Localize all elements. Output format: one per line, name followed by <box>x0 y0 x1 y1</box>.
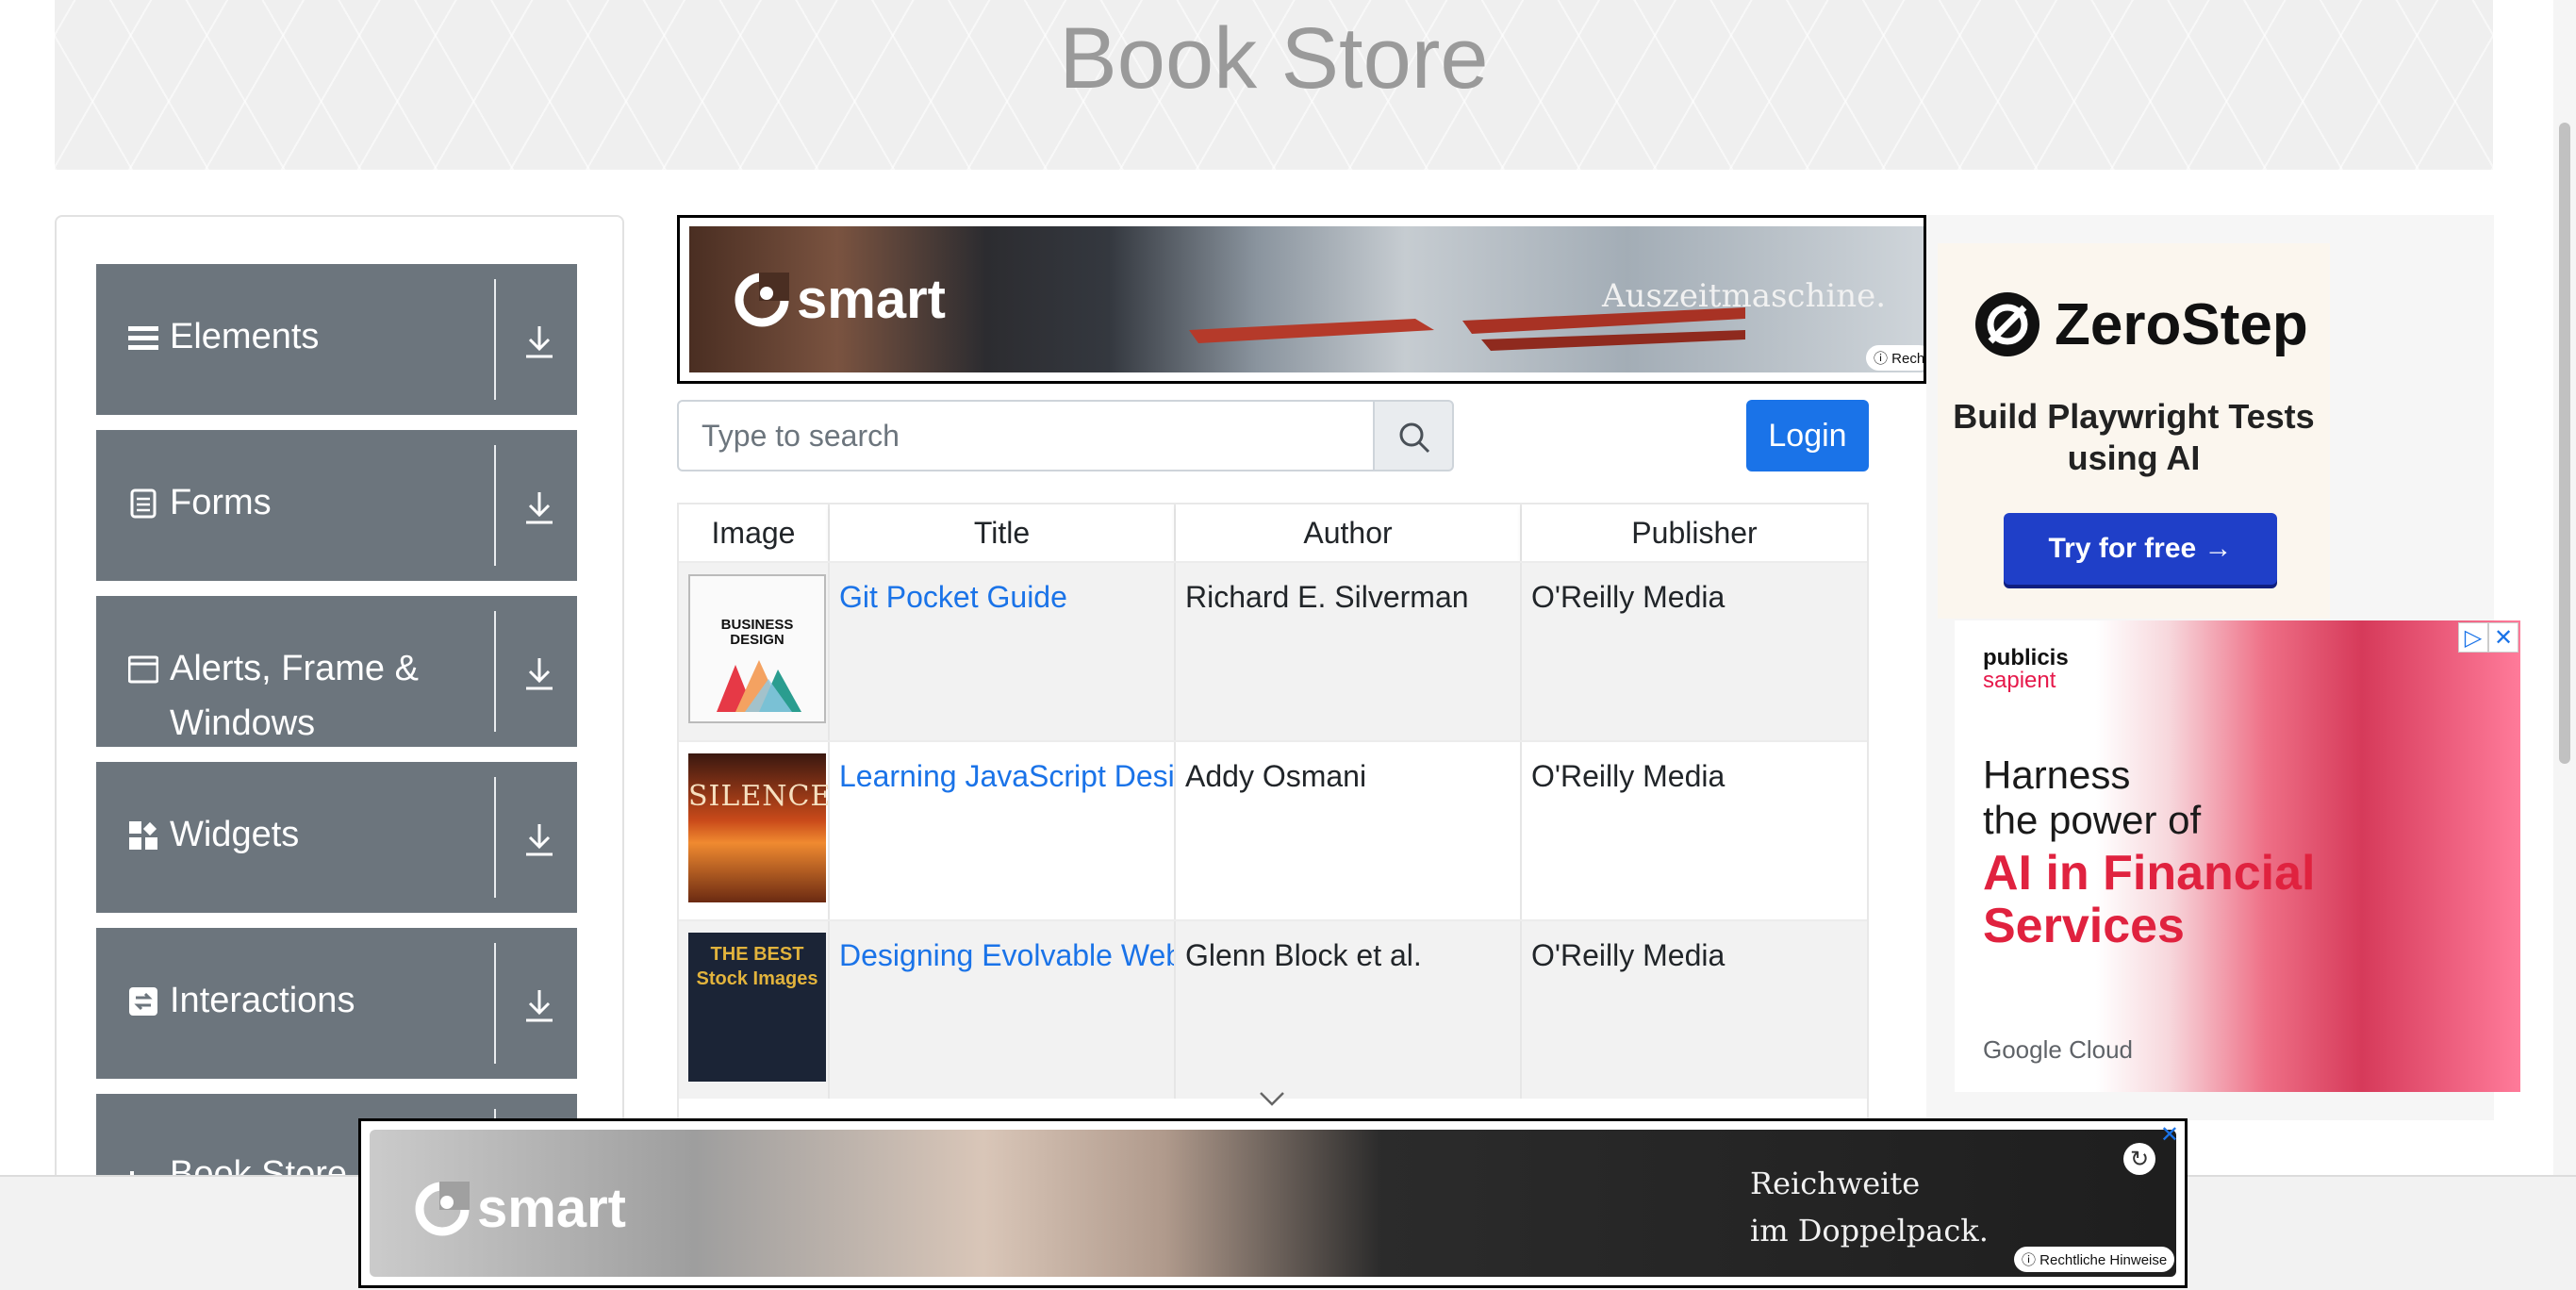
ad-image: smart Reichweite im Doppelpack. ↻ ⓘ Rech… <box>370 1130 2176 1277</box>
sidebar-item-label: Widgets <box>170 815 300 854</box>
table-row: THE BEST Stock Images Designing Evolvabl… <box>679 919 1867 1099</box>
divider <box>494 943 496 1064</box>
close-icon[interactable]: ✕ <box>2160 1121 2179 1149</box>
divider <box>494 279 496 400</box>
books-table: Image Title Author Publisher BUSINESS DE… <box>677 503 1869 1125</box>
page-title: Book Store <box>1059 10 1489 107</box>
sidebar-item-alerts-frame-windows[interactable]: Alerts, Frame & Windows <box>96 596 577 747</box>
smart-icon <box>415 1181 470 1235</box>
smart-wordmark: smart <box>797 269 946 330</box>
download-icon[interactable] <box>522 986 556 1024</box>
document-icon <box>130 488 157 519</box>
sidebar-item-label: Alerts, Frame & Windows <box>170 649 419 743</box>
publisher-cell: O'Reilly Media <box>1531 759 1726 793</box>
search-input[interactable] <box>677 400 1375 471</box>
try-for-free-button[interactable]: Try for free → <box>2004 513 2277 585</box>
download-icon[interactable] <box>522 654 556 692</box>
ad-banner-top[interactable]: smart Auszeitmaschine. ⓘ Rech <box>677 215 1926 384</box>
sidebar-item-forms[interactable]: Forms <box>96 430 577 581</box>
zerostep-wordmark: ZeroStep <box>2055 291 2308 357</box>
download-icon[interactable] <box>522 820 556 858</box>
title-cell: Designing Evolvable Web APIs with ASP.NE… <box>830 921 1176 1099</box>
zerostep-icon <box>1975 292 2039 356</box>
sidebar-item-label: Forms <box>170 483 272 522</box>
smart-icon <box>735 272 789 326</box>
adchoices-icon[interactable]: ▷ <box>2458 622 2488 653</box>
sidebar-item-label: Interactions <box>170 981 355 1020</box>
ad-headline: Harness the power of <box>1983 752 2202 842</box>
column-header-publisher: Publisher <box>1522 504 1867 561</box>
sidebar: Elements Forms Alerts, Frame & Windows W… <box>55 215 624 1256</box>
scrollbar-thumb[interactable] <box>2559 123 2570 764</box>
divider <box>494 611 496 732</box>
sidebar-item-widgets[interactable]: Widgets <box>96 762 577 913</box>
smart-wordmark: smart <box>477 1178 626 1239</box>
book-cover-image[interactable]: BUSINESS DESIGN <box>688 574 826 723</box>
divider <box>494 777 496 898</box>
cover-art <box>717 660 801 712</box>
smart-logo: smart <box>415 1177 626 1240</box>
image-cell: BUSINESS DESIGN <box>679 563 830 740</box>
hamburger-icon <box>128 326 158 350</box>
chevron-down-icon[interactable] <box>1258 1089 1286 1108</box>
publisher-cell: O'Reilly Media <box>1531 938 1726 972</box>
column-header-image: Image <box>679 504 830 561</box>
author-cell: Addy Osmani <box>1176 742 1522 919</box>
column-header-title: Title <box>830 504 1176 561</box>
scrollbar[interactable] <box>2553 0 2576 1177</box>
author-cell: Glenn Block et al. <box>1176 921 1522 1099</box>
cover-title: SILENCE <box>688 780 830 813</box>
image-cell: THE BEST Stock Images <box>679 921 830 1099</box>
interactions-icon <box>129 987 157 1016</box>
zerostep-headline: Build Playwright Tests using AI <box>1953 397 2315 477</box>
google-cloud-logo: Google Cloud <box>1983 1035 2133 1064</box>
book-cover-image[interactable]: THE BEST Stock Images <box>688 933 826 1082</box>
ad-copy: Reichweite im Doppelpack. <box>1750 1166 1989 1249</box>
zerostep-logo: ZeroStep <box>1973 290 2308 358</box>
column-header-author: Author <box>1176 504 1522 561</box>
smart-logo: smart <box>735 268 946 331</box>
title-cell: Git Pocket Guide <box>830 563 1176 740</box>
close-icon[interactable]: ✕ <box>2488 622 2518 653</box>
window-icon <box>128 655 158 684</box>
sidebar-item-interactions[interactable]: Interactions <box>96 928 577 1079</box>
table-row: BUSINESS DESIGN Git Pocket Guide Richard… <box>679 561 1867 740</box>
publicis-sapient-ad[interactable]: ▷ ✕ publicis sapient Harness the power o… <box>1955 620 2520 1092</box>
widgets-icon <box>129 821 157 850</box>
book-title-link[interactable]: Learning JavaScript Design Patterns <box>839 759 1174 793</box>
publisher-cell: O'Reilly Media <box>1531 580 1726 614</box>
search-button[interactable] <box>1373 400 1454 471</box>
search-bar <box>677 400 1454 471</box>
title-cell: Learning JavaScript Design Patterns <box>830 742 1176 919</box>
cover-title: BUSINESS DESIGN <box>720 617 794 648</box>
ad-image: smart Auszeitmaschine. ⓘ Rech <box>689 226 1924 372</box>
download-icon[interactable] <box>522 488 556 526</box>
replay-icon[interactable]: ↻ <box>2123 1143 2155 1175</box>
cover-title: THE BEST Stock Images <box>696 944 818 989</box>
ad-legal-badge[interactable]: ⓘ Rechtliche Hinweise <box>2014 1247 2175 1272</box>
sidebar-item-label: Elements <box>170 317 320 356</box>
ad-legal-badge[interactable]: ⓘ Rech <box>1866 345 1924 371</box>
publicis-logo: publicis sapient <box>1983 645 2069 693</box>
author-cell: Richard E. Silverman <box>1176 563 1522 740</box>
ad-tagline: Auszeitmaschine. <box>1602 277 1887 315</box>
search-icon <box>1399 422 1430 454</box>
login-button[interactable]: Login <box>1746 400 1869 471</box>
ad-highlight: AI in Financial Services <box>1983 846 2316 953</box>
page-header: Book Store <box>55 0 2493 170</box>
sidebar-item-elements[interactable]: Elements <box>96 264 577 415</box>
book-title-link[interactable]: Designing Evolvable Web APIs with ASP.NE… <box>839 938 1174 972</box>
image-cell: SILENCE <box>679 742 830 919</box>
book-title-link[interactable]: Git Pocket Guide <box>839 580 1067 614</box>
zerostep-ad[interactable]: ZeroStep Build Playwright Tests using AI… <box>1938 243 2330 619</box>
ad-banner-bottom[interactable]: smart Reichweite im Doppelpack. ↻ ⓘ Rech… <box>358 1118 2188 1288</box>
book-cover-image[interactable]: SILENCE <box>688 753 830 902</box>
table-row: SILENCE Learning JavaScript Design Patte… <box>679 740 1867 919</box>
divider <box>494 445 496 566</box>
download-icon[interactable] <box>522 322 556 360</box>
